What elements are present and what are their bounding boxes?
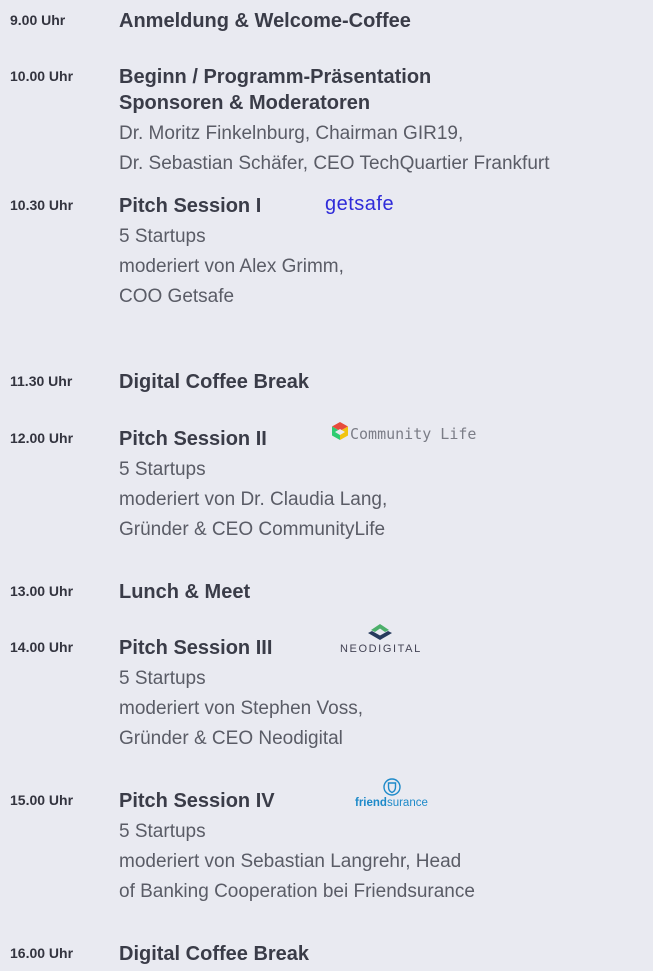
- agenda-time: 9.00 Uhr: [10, 12, 66, 28]
- agenda-time: 11.30 Uhr: [10, 373, 73, 389]
- agenda-time: 15.00 Uhr: [10, 792, 74, 808]
- agenda-title: Beginn / Programm-Präsentation: [119, 66, 432, 88]
- agenda-time: 12.00 Uhr: [10, 430, 74, 446]
- neodigital-logo-text: NEODIGITAL: [340, 643, 422, 655]
- friendsurance-logo-text: friendsurance: [355, 797, 428, 809]
- agenda-detail-line: moderiert von Alex Grimm,: [119, 256, 344, 277]
- agenda-time: 13.00 Uhr: [10, 583, 74, 599]
- agenda-time: 10.00 Uhr: [10, 68, 74, 84]
- agenda-title: Pitch Session II: [119, 428, 267, 450]
- agenda-detail-line: moderiert von Dr. Claudia Lang,: [119, 489, 388, 510]
- agenda-detail-line: Gründer & CEO CommunityLife: [119, 519, 386, 540]
- agenda-detail-line: moderiert von Sebastian Langrehr, Head: [119, 851, 462, 872]
- agenda-title: Pitch Session I: [119, 195, 262, 217]
- agenda-time: 14.00 Uhr: [10, 639, 74, 655]
- agenda-detail-line: moderiert von Stephen Voss,: [119, 698, 363, 719]
- agenda-detail-line: 5 Startups: [119, 226, 206, 247]
- agenda-subtitle: Sponsoren & Moderatoren: [119, 92, 371, 114]
- agenda-detail-line: Dr. Sebastian Schäfer, CEO TechQuartier …: [119, 153, 550, 174]
- agenda-title: Digital Coffee Break: [119, 371, 310, 393]
- agenda-title: Lunch & Meet: [119, 581, 251, 603]
- agenda-title: Pitch Session III: [119, 637, 273, 659]
- agenda-time: 10.30 Uhr: [10, 197, 74, 213]
- agenda-title: Digital Coffee Break: [119, 943, 310, 965]
- agenda-detail-line: 5 Startups: [119, 821, 206, 842]
- agenda-detail-line: of Banking Cooperation bei Friendsurance: [119, 881, 475, 902]
- neodigital-logo-icon: [365, 624, 395, 645]
- community-life-logo-text: Community Life: [350, 425, 477, 443]
- getsafe-logo: getsafe: [325, 193, 395, 215]
- agenda-detail-line: Dr. Moritz Finkelnburg, Chairman GIR19,: [119, 123, 464, 144]
- agenda-detail-line: Gründer & CEO Neodigital: [119, 728, 343, 749]
- agenda-detail-line: 5 Startups: [119, 459, 206, 480]
- agenda-detail-line: 5 Startups: [119, 668, 206, 689]
- community-life-logo-icon: [331, 422, 349, 440]
- agenda-time: 16.00 Uhr: [10, 945, 74, 961]
- friendsurance-logo-rest: surance: [386, 797, 428, 809]
- friendsurance-logo-bold: friend: [355, 797, 387, 809]
- agenda-detail-line: COO Getsafe: [119, 286, 235, 307]
- agenda-title: Anmeldung & Welcome-Coffee: [119, 10, 411, 32]
- agenda-title: Pitch Session IV: [119, 790, 275, 812]
